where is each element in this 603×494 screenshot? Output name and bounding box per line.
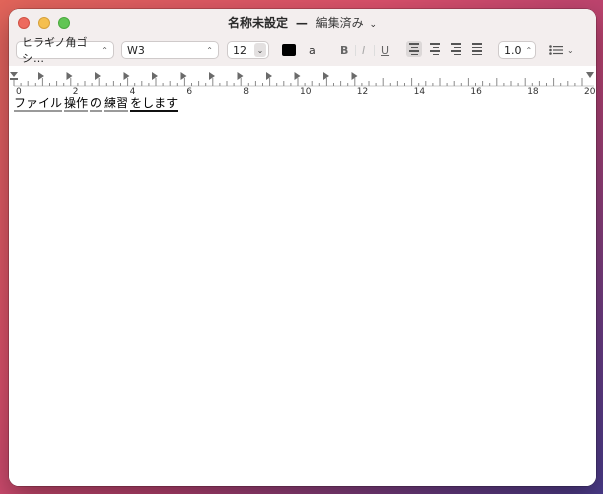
ruler-label: 16 [470,87,482,95]
edited-status: 編集済み [315,16,364,30]
ruler-label: 6 [186,87,192,95]
font-size-combo[interactable]: 12 ⌄ [227,41,269,59]
text-segment: 操作 [64,96,89,112]
font-size-chevron-icon[interactable]: ⌄ [254,43,266,57]
title-bar[interactable]: 名称未設定 — 編集済み ⌄ ヒラギノ角ゴシ… ⌃ W3 ⌃ 12 ⌄ a B [9,9,596,67]
align-left-button[interactable] [406,41,422,57]
ruler-label: 12 [357,87,368,95]
list-style-button[interactable]: ⌄ [549,41,574,59]
left-indent-marker [10,78,18,80]
font-family-popup[interactable]: ヒラギノ角ゴシ… ⌃ [16,36,114,65]
text-color-well[interactable] [282,44,296,56]
font-size-value: 12 [233,43,247,57]
text-segment: ファイル [14,96,63,112]
list-bullets-icon [549,45,563,55]
title-chevron-icon[interactable]: ⌄ [369,20,377,30]
ruler-scale: 0 2 4 6 8 10 12 14 16 18 20 [10,72,596,97]
tab-stop-marker [180,72,187,80]
background-color-icon: a [309,43,316,57]
font-family-value: ヒラギノ角ゴシ… [22,36,88,65]
tab-stop-marker [123,72,130,80]
tab-stop-marker [38,72,44,80]
textedit-window: 名称未設定 — 編集済み ⌄ ヒラギノ角ゴシ… ⌃ W3 ⌃ 12 ⌄ a B [9,9,596,486]
right-margin-marker [586,72,594,78]
background-color-well[interactable]: a [309,41,316,59]
ruler-label: 4 [130,87,136,95]
tab-stop-marker [66,72,73,80]
italic-button[interactable]: I [362,41,365,59]
align-center-button[interactable] [427,41,443,57]
text-segment: をします [130,96,179,112]
underline-button[interactable]: U [381,41,389,59]
ruler-label: 20 [584,87,596,95]
line-spacing-popup[interactable]: 1.0 ⌃ [498,41,536,59]
first-indent-marker [10,72,18,77]
chevron-updown-icon: ⌃ [101,45,108,55]
line-spacing-value: 1.0 [504,43,522,57]
document-body[interactable]: ファイル 操作の練習 をします [9,95,596,486]
text-segment: 練習 [104,96,129,112]
font-style-value: W3 [127,43,145,57]
chevron-updown-icon: ⌃ [206,45,213,55]
ruler-label: 14 [414,87,426,95]
ruler-label: 2 [73,87,79,95]
title-separator: — [295,16,308,30]
ruler-label: 0 [16,87,22,95]
document-name: 名称未設定 [227,16,288,30]
bold-button[interactable]: B [340,41,348,59]
text-segment: の [90,96,103,112]
ruler-label: 8 [243,87,249,95]
tab-stop-marker [209,72,215,80]
tab-stop-marker [95,72,101,80]
tab-stop-marker [237,72,244,80]
ruler-label: 10 [300,87,312,95]
format-toolbar: ヒラギノ角ゴシ… ⌃ W3 ⌃ 12 ⌄ a B I U 1.0 ⌃ ⌄ [9,36,596,65]
window-title[interactable]: 名称未設定 — 編集済み ⌄ [9,14,596,31]
tab-stop-marker [266,72,272,80]
tab-stop-marker [152,72,158,80]
text-line: ファイル 操作の練習 をします [14,95,180,112]
ruler[interactable]: 0 2 4 6 8 10 12 14 16 18 20 [9,66,596,97]
font-style-popup[interactable]: W3 ⌃ [121,41,219,59]
divider [374,45,375,56]
align-right-button[interactable] [448,41,464,57]
align-justify-button[interactable] [469,41,485,57]
chevron-updown-icon: ⌃ [525,45,533,55]
chevron-down-icon: ⌄ [567,45,574,55]
ruler-label: 18 [527,87,539,95]
divider [355,45,356,56]
